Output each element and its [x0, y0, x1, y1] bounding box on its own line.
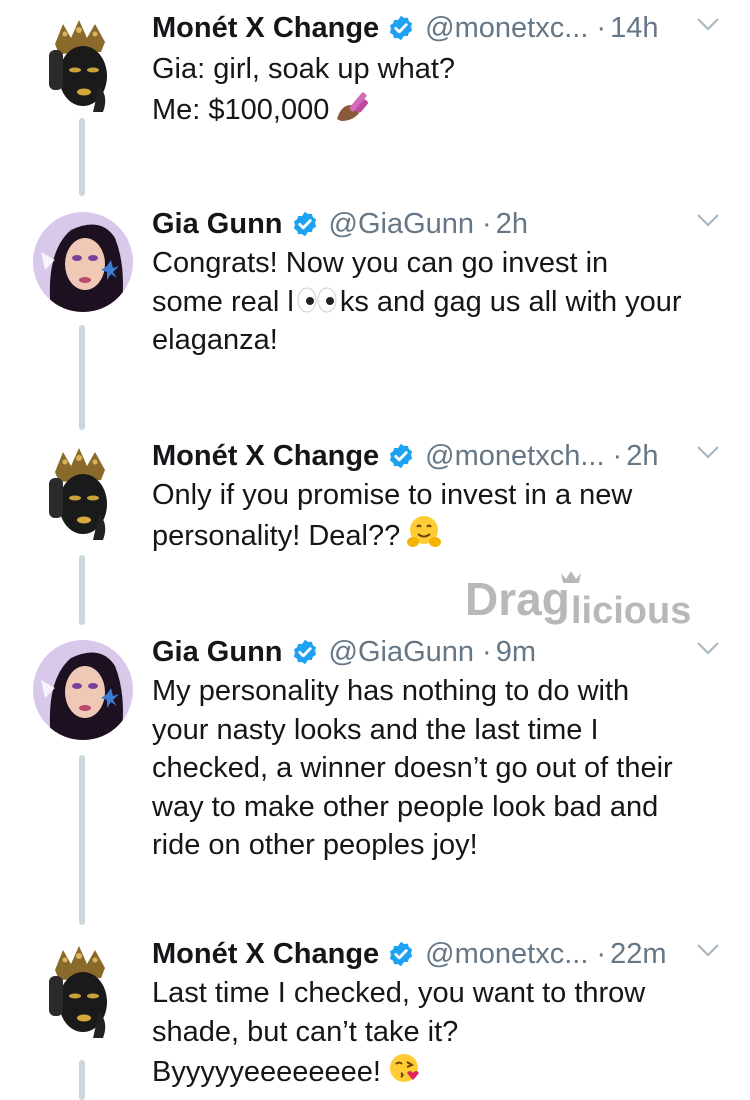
tweet[interactable]: Gia Gunn @GiaGunn · 9m My personality ha…: [0, 630, 750, 890]
eyes-emoji-icon: [297, 287, 337, 312]
separator-dot: ·: [596, 937, 607, 970]
timestamp[interactable]: 14h: [610, 12, 658, 45]
timestamp[interactable]: 2h: [496, 208, 528, 241]
tweet-line: way to make other people look bad and: [152, 790, 659, 823]
tweet-line: elaganza!: [152, 324, 278, 356]
tweet-line: some real l: [152, 285, 294, 318]
author-name[interactable]: Monét X Change: [152, 440, 379, 473]
chevron-down-icon[interactable]: [696, 640, 720, 656]
verified-badge-icon: [390, 15, 413, 41]
face-blowing-kiss-emoji-icon: [389, 1054, 419, 1082]
tweet[interactable]: Gia Gunn @GiaGunn · 2h Congrats! Now you…: [0, 202, 750, 382]
verified-badge-icon: [293, 211, 316, 237]
chevron-down-icon[interactable]: [696, 444, 720, 460]
tweet-line: personality! Deal??: [152, 519, 401, 552]
timestamp[interactable]: 22m: [610, 938, 666, 971]
avatar-gia-image: [33, 640, 133, 740]
watermark-text: Drag: [465, 573, 570, 625]
tweet-line: Me: $100,000: [152, 93, 330, 126]
tweet-text: Congrats! Now you can go invest in some …: [152, 244, 732, 360]
tweet-header: Monét X Change @monetxc... · 14h: [152, 6, 658, 50]
tweet-line: your nasty looks and the last time I: [152, 713, 599, 746]
tweet-line: ks and gag us all with your: [339, 285, 682, 318]
avatar-gia-image: [33, 212, 133, 312]
tweet-header: Monét X Change @monetxch... · 2h: [152, 434, 658, 478]
avatar-monet-image: [33, 444, 133, 544]
separator-dot: ·: [482, 207, 492, 240]
verified-badge-icon: [390, 443, 413, 469]
tweet-line: My personality has nothing to do with: [152, 675, 630, 707]
author-name[interactable]: Gia Gunn: [152, 208, 283, 241]
avatar[interactable]: [33, 16, 133, 116]
chevron-down-icon[interactable]: [696, 212, 720, 228]
thread-line: [79, 555, 85, 625]
tweet-text: Last time I checked, you want to throw s…: [152, 974, 732, 1092]
avatar[interactable]: [33, 444, 133, 544]
tweet-text: My personality has nothing to do with yo…: [152, 672, 732, 865]
tweet[interactable]: Monét X Change @monetxc... · 22m Last ti…: [0, 932, 750, 1100]
tweet-header: Gia Gunn @GiaGunn · 2h: [152, 202, 528, 246]
tweet-line: shade, but can’t take it?: [152, 1015, 459, 1048]
separator-dot: ·: [612, 439, 623, 472]
watermark-text: licious: [571, 590, 691, 632]
nail-polish-emoji-icon: [337, 91, 369, 121]
tweet-line: Only if you promise to invest in a new: [152, 479, 633, 511]
tweet-text: Gia: girl, soak up what? Me: $100,000: [152, 50, 732, 129]
author-handle[interactable]: @GiaGunn: [329, 636, 475, 669]
separator-dot: ·: [482, 635, 492, 668]
draglicious-watermark-logo: Drag licious: [465, 571, 691, 632]
author-handle[interactable]: @monetxch...: [425, 440, 604, 473]
tweet-line: checked, a winner doesn’t go out of thei…: [152, 752, 673, 784]
hugging-face-emoji-icon: [407, 515, 442, 547]
author-name[interactable]: Monét X Change: [152, 12, 379, 45]
author-handle[interactable]: @monetxc...: [425, 938, 588, 971]
tweet-line: ride on other peoples joy!: [152, 829, 478, 861]
avatar-monet-image: [33, 16, 133, 116]
verified-badge-icon: [390, 941, 413, 967]
avatar[interactable]: [33, 640, 133, 740]
tweet-text: Only if you promise to invest in a new p…: [152, 476, 732, 555]
author-handle[interactable]: @GiaGunn: [329, 208, 475, 241]
avatar[interactable]: [33, 212, 133, 312]
avatar-monet-image: [33, 942, 133, 1042]
tweet-header: Gia Gunn @GiaGunn · 9m: [152, 630, 536, 674]
author-name[interactable]: Monét X Change: [152, 938, 379, 971]
tweet-header: Monét X Change @monetxc... · 22m: [152, 932, 666, 976]
author-handle[interactable]: @monetxc...: [425, 12, 588, 45]
chevron-down-icon[interactable]: [696, 942, 720, 958]
tweet-line: Congrats! Now you can go invest in: [152, 247, 609, 279]
verified-badge-icon: [293, 639, 316, 665]
tweet-line: Gia: girl, soak up what?: [152, 53, 456, 85]
separator-dot: ·: [596, 11, 607, 44]
tweet-line: Byyyyyeeeeeeee!: [152, 1056, 381, 1088]
author-name[interactable]: Gia Gunn: [152, 636, 283, 669]
timestamp[interactable]: 2h: [626, 440, 658, 473]
tweet[interactable]: Monét X Change @monetxch... · 2h Only if…: [0, 434, 750, 564]
timestamp[interactable]: 9m: [496, 636, 536, 669]
chevron-down-icon[interactable]: [696, 16, 720, 32]
tweet[interactable]: Monét X Change @monetxc... · 14h Gia: gi…: [0, 6, 750, 136]
avatar[interactable]: [33, 942, 133, 1042]
tweet-line: Last time I checked, you want to throw: [152, 977, 646, 1009]
